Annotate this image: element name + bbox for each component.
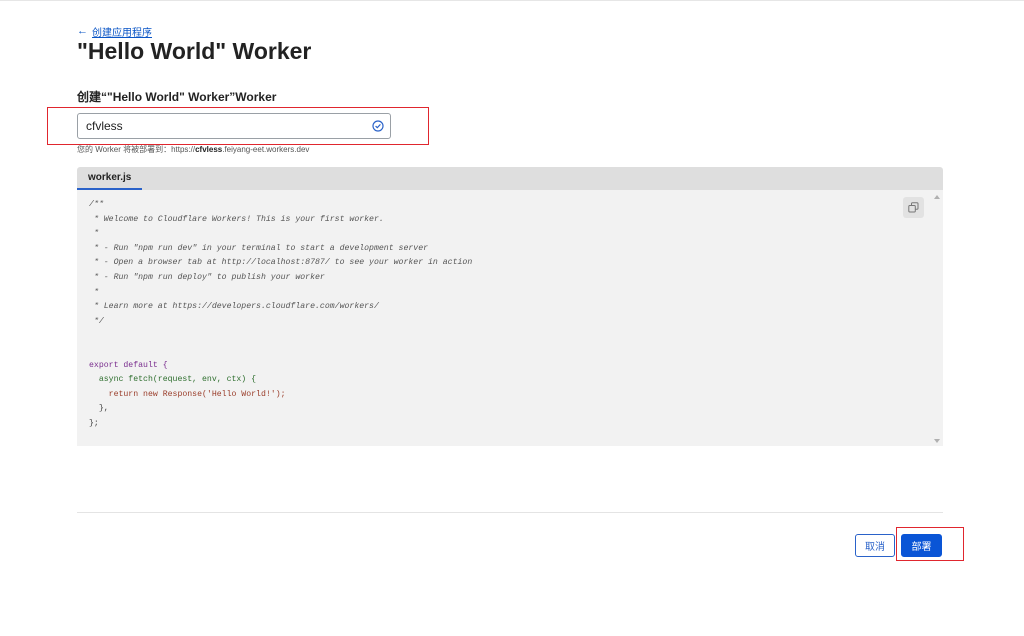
code-line: * - Run "npm run deploy" to publish your… <box>89 272 325 282</box>
hint-suffix: .feiyang-eet.workers.dev <box>222 145 310 154</box>
code-line: }, <box>89 404 109 414</box>
code-line: * - Run "npm run dev" in your terminal t… <box>89 243 429 253</box>
hint-prefix: 您的 Worker 将被部署到：https:// <box>77 145 196 154</box>
footer-divider <box>77 512 943 513</box>
editor-scrollbar[interactable] <box>932 190 943 446</box>
code-line: */ <box>89 316 104 326</box>
back-link-label: 创建应用程序 <box>92 28 152 39</box>
check-circle-icon <box>372 120 384 132</box>
page-title: "Hello World" Worker <box>77 38 312 64</box>
worker-name-field[interactable] <box>77 113 391 139</box>
top-divider <box>0 0 1024 1</box>
hint-worker-name: cfvless <box>195 145 223 154</box>
code-line: }; <box>89 418 99 428</box>
editor-tab-bar: worker.js <box>77 167 943 190</box>
code-line: * <box>89 229 99 239</box>
worker-name-label: 创建“"Hello World" Worker”Worker <box>77 90 277 104</box>
code-line: async fetch(request, env, ctx) { <box>89 375 257 385</box>
copy-icon <box>908 202 919 213</box>
tab-worker-js[interactable]: worker.js <box>77 167 143 190</box>
deploy-button[interactable]: 部署 <box>901 534 942 557</box>
arrow-left-icon: ← <box>77 25 88 37</box>
code-line: * - Open a browser tab at http://localho… <box>89 258 473 268</box>
code-line: * Learn more at https://developers.cloud… <box>89 302 379 312</box>
code-editor[interactable]: worker.js /** * Welcome to Cloudflare Wo… <box>77 167 943 446</box>
scroll-down-icon[interactable] <box>934 439 940 443</box>
code-line: export default { <box>89 360 168 370</box>
back-link[interactable]: ← 创建应用程序 <box>77 24 152 40</box>
copy-code-button[interactable] <box>903 197 924 218</box>
code-line: /** <box>89 200 104 209</box>
code-line: * <box>89 287 99 297</box>
worker-name-input[interactable] <box>78 115 366 137</box>
scroll-up-icon[interactable] <box>934 195 940 199</box>
deploy-url-hint: 您的 Worker 将被部署到：https://cfvless.feiyang-… <box>77 144 309 155</box>
code-content[interactable]: /** * Welcome to Cloudflare Workers! Thi… <box>89 198 472 432</box>
code-line: * Welcome to Cloudflare Workers! This is… <box>89 214 384 224</box>
code-line: return new Response('Hello World!'); <box>89 389 286 399</box>
cancel-button[interactable]: 取消 <box>855 534 895 557</box>
